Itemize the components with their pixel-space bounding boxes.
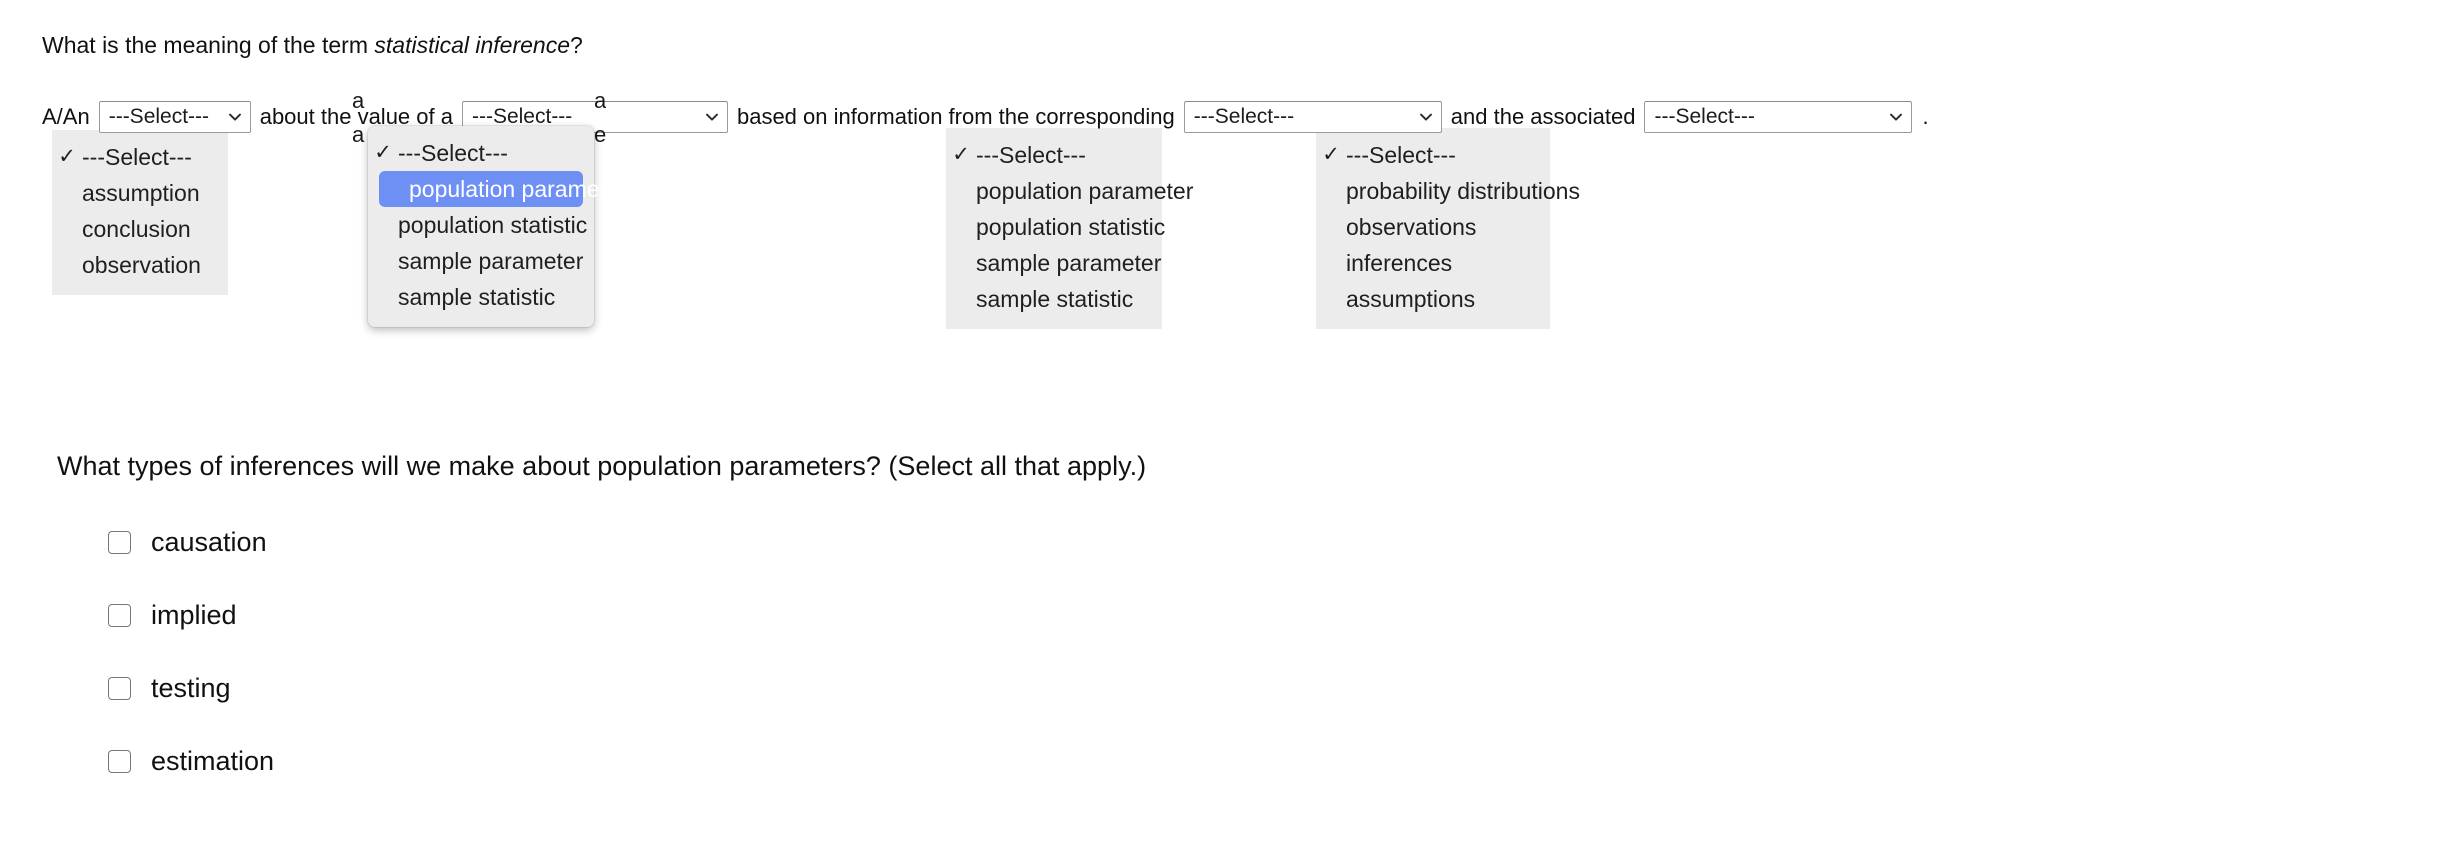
dropdown-option[interactable]: population statistic [946, 209, 1166, 245]
checkmark-icon: ✓ [1322, 143, 1340, 166]
sentence-fragment-5: . [1922, 104, 1929, 129]
select-information-source-value: ---Select--- [1193, 105, 1295, 128]
dropdown-option-label: assumption [82, 180, 200, 206]
select-inference-type-value: ---Select--- [108, 105, 210, 128]
occluded-text-fragment: a [352, 122, 365, 147]
chevron-down-icon [1419, 110, 1433, 124]
dropdown-option[interactable]: inferences [1316, 245, 1550, 281]
question-2-options: causation implied testing estimation [108, 518, 274, 810]
dropdown-option[interactable]: probability distributions [1316, 173, 1580, 209]
question-1-prompt-text-after: ? [569, 32, 583, 58]
select-information-source[interactable]: ---Select--- [1183, 101, 1442, 133]
checkbox-testing[interactable] [108, 676, 131, 700]
question-1-prompt-text-before: What is the meaning of the term [42, 32, 375, 58]
question-2-prompt: What types of inferences will we make ab… [57, 451, 1147, 481]
occluded-text-fragment: a [352, 88, 365, 113]
dropdown-option-label: population statistic [976, 214, 1166, 240]
sentence-fragment-4: and the associated [1450, 104, 1636, 129]
dropdown-option[interactable]: sample statistic [368, 279, 594, 315]
checkmark-icon: ✓ [374, 141, 392, 164]
dropdown-option-label: ---Select--- [398, 140, 508, 166]
checkmark-icon: ✓ [58, 145, 76, 168]
dropdown-option[interactable]: assumptions [1316, 281, 1550, 317]
dropdown-option-label: ---Select--- [976, 142, 1086, 168]
occluded-text-fragment: a [594, 88, 606, 113]
select-associated-concept[interactable]: ---Select--- [1644, 101, 1913, 133]
dropdown-option-label: sample parameter [976, 250, 1162, 276]
occluded-text-fragment: e [594, 122, 606, 147]
checkbox-label: causation [151, 526, 267, 557]
dropdown-option[interactable]: population statistic [368, 207, 594, 243]
question-1-prompt: What is the meaning of the term statisti… [42, 32, 583, 60]
dropdown-option-label: conclusion [82, 216, 191, 242]
dropdown-option[interactable]: conclusion [52, 211, 228, 247]
checkbox-row[interactable]: testing [108, 664, 274, 712]
dropdown-option[interactable]: population parameter [379, 171, 626, 207]
dropdown-popup-inference-type[interactable]: ✓ ---Select--- assumption conclusion observa… [52, 130, 228, 295]
dropdown-popup-target-quantity[interactable]: ✓ ---Select--- population parameter populat… [368, 126, 626, 327]
dropdown-option[interactable]: ✓ ---Select--- [1316, 137, 1550, 173]
question-1-sentence: A/An ---Select--- about the value of a -… [42, 100, 1929, 134]
dropdown-option-label: ---Select--- [82, 144, 192, 170]
dropdown-option-label: ---Select--- [1346, 142, 1456, 168]
select-inference-type[interactable]: ---Select--- [98, 101, 251, 133]
dropdown-option[interactable]: ✓ ---Select--- [368, 135, 594, 171]
sentence-fragment-1: A/An [42, 104, 90, 129]
checkbox-row[interactable]: implied [108, 591, 274, 639]
select-associated-concept-value: ---Select--- [1654, 105, 1755, 128]
dropdown-option[interactable]: sample parameter [946, 245, 1162, 281]
checkbox-row[interactable]: estimation [108, 737, 274, 785]
checkbox-label: implied [151, 599, 237, 630]
chevron-down-icon [1889, 110, 1903, 124]
dropdown-option-label: assumptions [1346, 286, 1476, 312]
question-1-prompt-emphasis: statistical inference [374, 32, 570, 58]
checkbox-label: testing [151, 672, 231, 703]
dropdown-option-label: sample statistic [976, 286, 1134, 312]
dropdown-option-label: sample statistic [398, 284, 556, 310]
dropdown-popup-information-source[interactable]: ✓ ---Select--- population parameter populat… [946, 128, 1193, 329]
sentence-fragment-3: based on information from the correspond… [736, 104, 1175, 129]
checkbox-estimation[interactable] [108, 749, 131, 773]
checkbox-causation[interactable] [108, 530, 131, 554]
checkbox-label: estimation [151, 745, 275, 776]
dropdown-option-label: sample parameter [398, 248, 584, 274]
dropdown-option[interactable]: observations [1316, 209, 1550, 245]
dropdown-option-label: inferences [1346, 250, 1453, 276]
checkbox-implied[interactable] [108, 603, 131, 627]
dropdown-popup-associated-concept[interactable]: ✓ ---Select--- probability distributions ob… [1316, 128, 1580, 329]
dropdown-option-label: population parameter [409, 176, 627, 202]
checkbox-row[interactable]: causation [108, 518, 274, 566]
dropdown-option[interactable]: ✓ ---Select--- [946, 137, 1162, 173]
checkmark-icon: ✓ [952, 143, 970, 166]
dropdown-option-label: observations [1346, 214, 1477, 240]
dropdown-option[interactable]: observation [52, 247, 228, 283]
chevron-down-icon [228, 110, 242, 124]
dropdown-option-label: observation [82, 252, 201, 278]
dropdown-option[interactable]: sample statistic [946, 281, 1162, 317]
dropdown-option[interactable]: population parameter [946, 173, 1193, 209]
dropdown-option[interactable]: assumption [52, 175, 228, 211]
dropdown-option-label: probability distributions [1346, 178, 1580, 204]
dropdown-option[interactable]: sample parameter [368, 243, 594, 279]
dropdown-option-label: population parameter [976, 178, 1194, 204]
dropdown-option[interactable]: ✓ ---Select--- [52, 139, 228, 175]
chevron-down-icon [705, 110, 719, 124]
dropdown-option-label: population statistic [398, 212, 588, 238]
